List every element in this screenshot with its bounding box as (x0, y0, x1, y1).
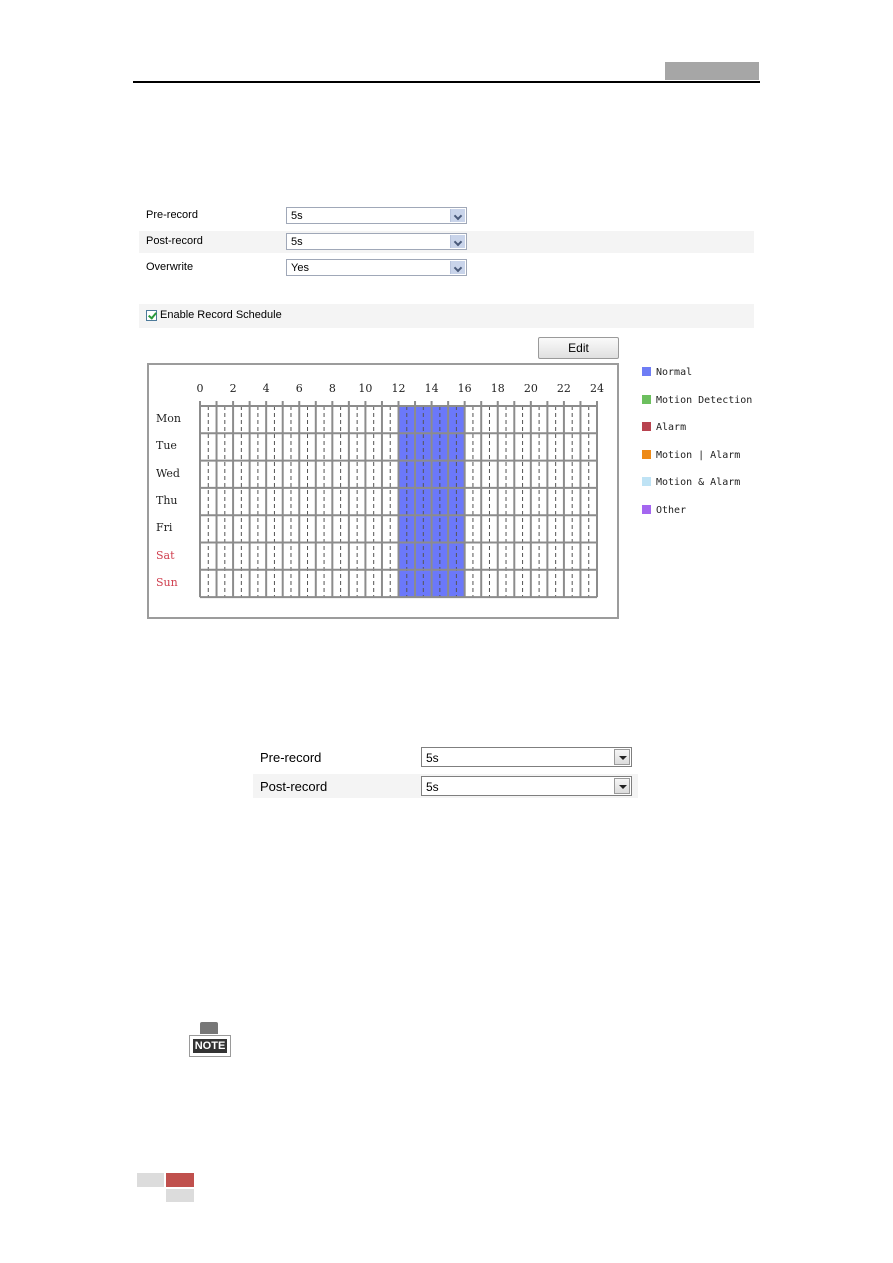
pre-record-value: 5s (426, 751, 439, 765)
note-icon: NOTE (189, 1022, 231, 1059)
legend-item: Motion & Alarm (642, 477, 740, 488)
chevron-down-icon[interactable] (450, 209, 465, 222)
schedule-grid[interactable] (149, 365, 617, 617)
legend-swatch (642, 422, 651, 432)
post-record-select[interactable]: 5s (421, 776, 632, 796)
legend-label: Normal (656, 367, 693, 378)
dropdown-arrow-icon[interactable] (614, 778, 630, 794)
legend-swatch (642, 367, 651, 376)
post-record-value: 5s (426, 780, 439, 794)
legend-swatch (642, 394, 651, 404)
legend-swatch (642, 505, 651, 514)
post-record-row-detail: Post-record 5s (253, 774, 638, 798)
schedule-panel: 0 2 4 6 8 10 12 14 16 18 20 22 24 Mon Tue Wed Thu Fri Sat… (147, 363, 619, 619)
footer-tab-lower (166, 1189, 194, 1202)
chevron-down-icon[interactable] (450, 261, 465, 274)
overwrite-value: Yes (291, 262, 309, 274)
legend-item: Motion | Alarm (642, 449, 741, 461)
dropdown-arrow-icon[interactable] (614, 749, 630, 765)
pre-record-select[interactable]: 5s (286, 207, 467, 224)
post-record-value: 5s (291, 236, 303, 248)
overwrite-label: Overwrite (146, 261, 194, 273)
post-record-label: Post-record (260, 779, 328, 794)
edit-button[interactable]: Edit (538, 337, 619, 359)
header-rule (133, 81, 760, 83)
pre-record-value: 5s (291, 210, 303, 222)
legend-label: Motion | Alarm (656, 449, 741, 461)
legend-swatch (642, 449, 651, 459)
pre-record-select[interactable]: 5s (421, 747, 632, 767)
legend-label: Motion & Alarm (656, 477, 741, 489)
legend-swatch (642, 477, 651, 487)
overwrite-row: Overwrite Yes (139, 257, 754, 279)
note-icon-cap (200, 1022, 218, 1034)
legend-item: Alarm (642, 422, 686, 433)
legend-item: Other (642, 505, 686, 516)
footer-tab-left (137, 1173, 164, 1187)
enable-schedule-checkbox[interactable] (146, 310, 157, 321)
overwrite-select[interactable]: Yes (286, 259, 467, 276)
pre-record-label: Pre-record (260, 750, 322, 765)
pre-record-row-detail: Pre-record 5s (253, 745, 638, 769)
enable-schedule-bar: Enable Record Schedule (139, 304, 754, 328)
post-record-label: Post-record (146, 235, 203, 247)
legend-label: Other (656, 505, 687, 516)
post-record-select[interactable]: 5s (286, 233, 467, 250)
enable-schedule-label[interactable]: Enable Record Schedule (160, 309, 282, 321)
chevron-down-icon[interactable] (450, 235, 465, 248)
footer-tab-accent (166, 1173, 194, 1187)
post-record-row: Post-record 5s (139, 231, 754, 253)
header-tab-block (665, 62, 759, 80)
legend-label: Motion Detection (656, 394, 753, 406)
note-label: NOTE (193, 1039, 227, 1053)
legend-item: Normal (642, 367, 692, 378)
note-icon-box: NOTE (189, 1035, 231, 1057)
pre-record-label: Pre-record (146, 209, 198, 221)
legend-item: Motion Detection (642, 394, 753, 406)
pre-record-row: Pre-record 5s (139, 205, 754, 227)
legend-label: Alarm (656, 422, 687, 434)
